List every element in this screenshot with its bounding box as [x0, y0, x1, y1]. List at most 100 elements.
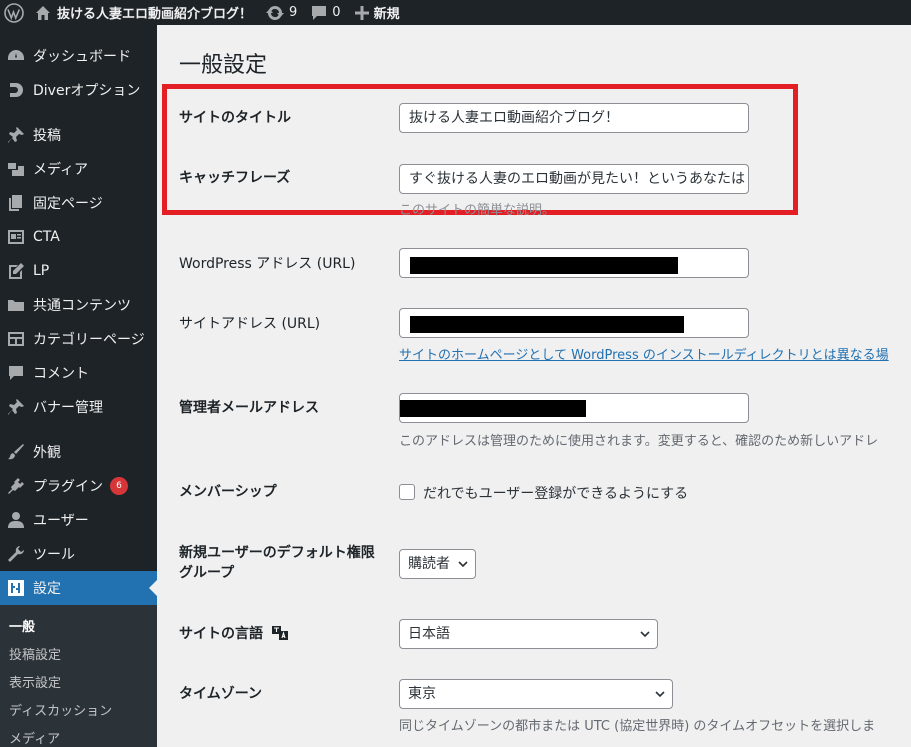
- menu-posts[interactable]: 投稿: [0, 118, 157, 152]
- menu-label: CTA: [33, 229, 60, 245]
- updates-link[interactable]: 9: [259, 0, 304, 25]
- default-role-label: 新規ユーザーのデフォルト権限 グループ: [179, 543, 375, 583]
- redaction-bar: [410, 316, 684, 333]
- plus-icon: [354, 5, 369, 20]
- menu-label: 外観: [33, 445, 61, 461]
- menu-label: ダッシュボード: [33, 49, 131, 65]
- menu-settings[interactable]: 設定: [0, 571, 157, 605]
- site-address-label: サイトアドレス (URL): [179, 316, 321, 332]
- menu-dashboard[interactable]: ダッシュボード: [0, 39, 157, 73]
- pin-icon: [6, 397, 26, 417]
- menu-label: Diverオプション: [33, 83, 141, 99]
- membership-checkbox[interactable]: [399, 484, 415, 500]
- site-address-help-link[interactable]: サイトのホームページとして WordPress のインストールディレクトリとは異…: [399, 344, 889, 363]
- tagline-label: キャッチフレーズ: [179, 170, 291, 186]
- submenu-discussion[interactable]: ディスカッション: [0, 695, 157, 723]
- user-icon: [6, 510, 26, 530]
- settings-submenu: 一般 投稿設定 表示設定 ディスカッション メディア: [0, 605, 157, 747]
- redaction-bar: [410, 257, 678, 274]
- comments-link[interactable]: 0: [304, 0, 347, 25]
- site-language-select[interactable]: 日本語: [399, 619, 658, 649]
- menu-label: 設定: [33, 581, 61, 597]
- submenu-media[interactable]: メディア: [0, 723, 157, 747]
- menu-lp[interactable]: LP: [0, 254, 157, 288]
- timezone-value: 東京: [408, 686, 436, 702]
- plugin-icon: [6, 476, 26, 496]
- default-role-select[interactable]: 購読者: [399, 549, 476, 579]
- default-role-label-line1: 新規ユーザーのデフォルト権限: [179, 545, 375, 561]
- menu-cta[interactable]: CTA: [0, 220, 157, 254]
- brush-icon: [6, 442, 26, 462]
- menu-label: バナー管理: [33, 400, 103, 416]
- comments-count: 0: [332, 5, 341, 20]
- home-icon: [36, 5, 50, 20]
- dashboard-icon: [6, 46, 26, 66]
- translation-icon: [271, 626, 288, 640]
- menu-banner[interactable]: バナー管理: [0, 390, 157, 424]
- folder-icon: [6, 295, 26, 315]
- menu-appearance[interactable]: 外観: [0, 435, 157, 469]
- settings-icon: [6, 578, 26, 598]
- diver-icon: [6, 80, 26, 100]
- menu-common-content[interactable]: 共通コンテンツ: [0, 288, 157, 322]
- submenu-writing[interactable]: 投稿設定: [0, 639, 157, 667]
- admin-email-description: このアドレスは管理のために使用されます。変更すると、確認のため新しいアドレ: [399, 434, 879, 449]
- admin-sidebar: ダッシュボード Diverオプション 投稿 メディア 固定ページ CTA LP …: [0, 25, 157, 747]
- menu-label: LP: [33, 263, 50, 279]
- redaction-bar: [400, 400, 586, 417]
- menu-users[interactable]: ユーザー: [0, 503, 157, 537]
- wp-address-label: WordPress アドレス (URL): [179, 254, 355, 274]
- menu-label: ユーザー: [33, 513, 89, 529]
- menu-label: カテゴリーページ: [33, 332, 145, 348]
- site-name-link[interactable]: 抜ける人妻エロ動画紹介ブログ！: [29, 0, 259, 25]
- page-icon: [6, 193, 26, 213]
- media-icon: [6, 159, 26, 179]
- timezone-description: 同じタイムゾーンの都市または UTC (協定世界時) のタイムオフセットを選択し…: [399, 719, 876, 734]
- site-language-value: 日本語: [408, 626, 450, 642]
- layout-icon: [6, 329, 26, 349]
- membership-label: メンバーシップ: [179, 484, 277, 500]
- wordpress-logo-icon[interactable]: [0, 0, 29, 25]
- default-role-value: 購読者: [408, 556, 450, 572]
- menu-tools[interactable]: ツール: [0, 537, 157, 571]
- site-title-label: サイトのタイトル: [179, 110, 291, 126]
- chevron-down-icon: [458, 561, 468, 568]
- menu-plugins[interactable]: プラグイン 6: [0, 469, 157, 503]
- wp-address-label-text: WordPress アドレス (URL): [179, 256, 356, 272]
- new-content-link[interactable]: 新規: [348, 0, 407, 25]
- menu-category-page[interactable]: カテゴリーページ: [0, 322, 157, 356]
- site-name-text: 抜ける人妻エロ動画紹介ブログ！: [57, 7, 253, 22]
- timezone-select[interactable]: 東京: [399, 679, 673, 709]
- admin-email-label: 管理者メールアドレス: [179, 400, 319, 416]
- updates-icon: [266, 5, 285, 20]
- plugin-update-badge: 6: [110, 477, 128, 495]
- comment-icon: [312, 5, 327, 20]
- menu-comments[interactable]: コメント: [0, 356, 157, 390]
- settings-main: 一般設定 サイトのタイトル 抜ける人妻エロ動画紹介ブログ！ キャッチフレーズ す…: [157, 25, 911, 747]
- site-language-label: サイトの言語: [179, 624, 289, 644]
- menu-label: ツール: [33, 547, 75, 563]
- menu-label: コメント: [33, 366, 89, 382]
- menu-media[interactable]: メディア: [0, 152, 157, 186]
- menu-label: 共通コンテンツ: [33, 298, 131, 314]
- chevron-down-icon: [640, 631, 650, 638]
- default-role-label-line2: グループ: [179, 565, 235, 581]
- pin-icon: [6, 125, 26, 145]
- edit-icon: [6, 261, 26, 281]
- tagline-input[interactable]: すぐ抜ける人妻のエロ動画が見たい！というあなたは: [399, 164, 749, 194]
- menu-diver-options[interactable]: Diverオプション: [0, 73, 157, 107]
- menu-label: プラグイン: [33, 479, 103, 495]
- cta-icon: [6, 227, 26, 247]
- updates-count: 9: [289, 5, 298, 20]
- new-label: 新規: [373, 7, 400, 22]
- menu-label: 固定ページ: [33, 196, 103, 212]
- menu-pages[interactable]: 固定ページ: [0, 186, 157, 220]
- membership-checkbox-label[interactable]: だれでもユーザー登録ができるようにする: [423, 483, 688, 503]
- submenu-reading[interactable]: 表示設定: [0, 667, 157, 695]
- site-title-input[interactable]: 抜ける人妻エロ動画紹介ブログ！: [399, 103, 749, 133]
- wrench-icon: [6, 544, 26, 564]
- page-title: 一般設定: [179, 53, 268, 78]
- submenu-general[interactable]: 一般: [0, 611, 157, 639]
- comment-icon: [6, 363, 26, 383]
- tagline-description: このサイトの簡単な説明。: [399, 203, 556, 218]
